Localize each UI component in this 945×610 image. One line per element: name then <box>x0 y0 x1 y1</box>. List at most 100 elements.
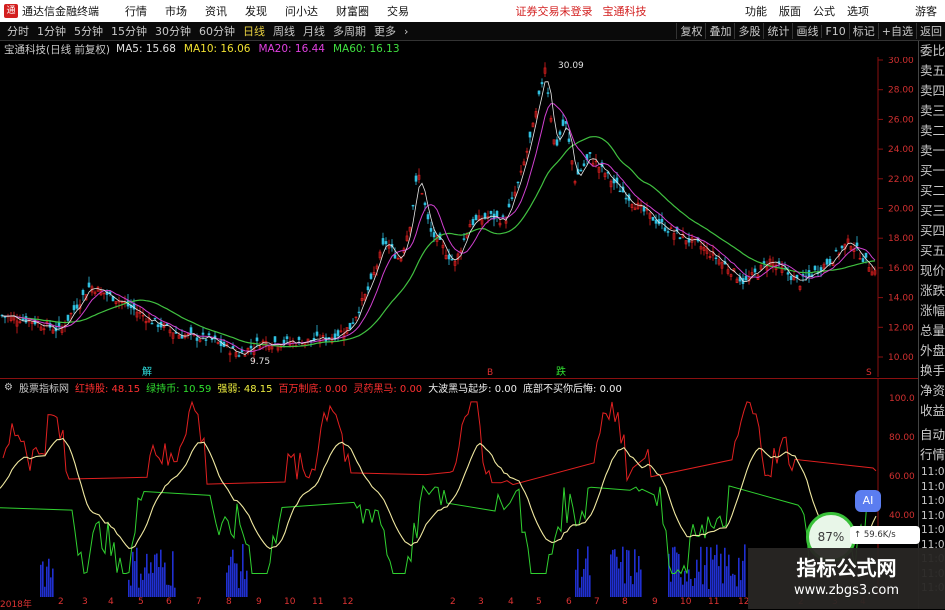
tab-weekly[interactable]: 周线 <box>272 23 296 39</box>
axis-40: 40.00 <box>889 511 915 521</box>
trade-time: 11:01 <box>921 466 945 478</box>
ai-assistant-button[interactable]: AI <box>855 490 881 512</box>
trade-time: 11:02 <box>921 509 945 522</box>
quote-label[interactable]: 行情 <box>919 445 945 465</box>
current-stock-name: 宝通科技 <box>602 5 647 18</box>
menu-market[interactable]: 市场 <box>165 3 187 19</box>
tab-daily[interactable]: 日线 <box>242 23 266 39</box>
app-logo-icon: 通 <box>4 4 18 18</box>
tab-1min[interactable]: 1分钟 <box>36 23 67 39</box>
overlay-button[interactable]: 叠加 <box>705 23 734 39</box>
f10-button[interactable]: F10 <box>821 24 848 38</box>
tab-intraday[interactable]: 分时 <box>6 23 30 39</box>
marker-die: 跌 <box>556 365 566 377</box>
date-tick: 11 <box>708 597 720 607</box>
menu-trade[interactable]: 交易 <box>387 3 409 19</box>
menu-options[interactable]: 选项 <box>847 3 869 19</box>
price-tick: 14.00 <box>888 294 914 304</box>
date-tick: 10 <box>680 597 692 607</box>
auto-label[interactable]: 自动 <box>919 425 945 445</box>
ma60-line <box>1 136 876 348</box>
chart-info-bar: 宝通科技(日线 前复权) MA5: 15.68 MA10: 16.06 MA20… <box>0 41 408 57</box>
restore-rights-button[interactable]: 复权 <box>676 23 705 39</box>
tab-30min[interactable]: 30分钟 <box>154 23 192 39</box>
ma5-value: MA5: 15.68 <box>116 43 176 55</box>
menu-market-quotes[interactable]: 行情 <box>125 3 147 19</box>
ma20-line <box>1 103 876 353</box>
tab-5min[interactable]: 5分钟 <box>73 23 104 39</box>
date-tick: 5 <box>536 597 542 607</box>
menu-news[interactable]: 资讯 <box>205 3 227 19</box>
tab-monthly[interactable]: 月线 <box>302 23 326 39</box>
menu-bar: 通 通达信金融终端 行情 市场 资讯 发现 问小达 财富圈 交易 证券交易未登录… <box>0 0 945 22</box>
menu-ask[interactable]: 问小达 <box>285 3 318 19</box>
price-tick: 12.00 <box>888 323 914 333</box>
oscillator-strength-line <box>0 437 877 550</box>
chevron-right-icon[interactable]: › <box>403 25 409 38</box>
axis-100: 100.0 <box>889 394 915 404</box>
menu-discover[interactable]: 发现 <box>245 3 267 19</box>
high-price-label: 30.09 <box>558 61 584 71</box>
oscillator-red-line <box>2 400 877 486</box>
price-tick: 26.00 <box>888 115 914 125</box>
trade-time: 11:02 <box>921 524 945 536</box>
kline-chart[interactable]: 30.00 28.00 26.00 24.00 22.00 20.00 18.00 16.00… <box>0 57 918 377</box>
tab-multi-period[interactable]: 多周期 <box>332 23 367 39</box>
add-watchlist-button[interactable]: +自选 <box>877 23 916 39</box>
side-label: 买二 <box>919 183 945 198</box>
timeframe-toolbar: 分时 1分钟 5分钟 15分钟 30分钟 60分钟 日线 周线 月线 多周期 更… <box>0 22 945 41</box>
network-speed-label: ↑ 59.6K/s <box>850 526 920 544</box>
multi-stock-button[interactable]: 多股 <box>734 23 763 39</box>
ma5-line <box>1 81 876 355</box>
price-tick: 22.00 <box>888 175 914 185</box>
statistics-button[interactable]: 统计 <box>763 23 792 39</box>
quote-side-panel: 委比 卖五 卖四 卖三 卖二 卖一 买一 买二 买三 买四 买五 现价 涨跌 涨幅 总量 外盘 换手 净资 收益 自… <box>918 41 945 609</box>
mark-button[interactable]: 标记 <box>848 23 878 39</box>
date-tick: 2018年 <box>0 600 32 610</box>
side-label: 卖五 <box>919 63 945 78</box>
login-notice[interactable]: 证券交易未登录 <box>516 3 593 19</box>
menu-wealth[interactable]: 财富圈 <box>336 3 369 19</box>
back-button[interactable]: 返回 <box>916 23 945 39</box>
side-label: 现价 <box>919 263 945 278</box>
date-tick: 4 <box>108 597 114 607</box>
side-label: 总量 <box>919 323 945 338</box>
price-axis: 30.00 28.00 26.00 24.00 22.00 20.00 18.00 16.00… <box>878 57 914 363</box>
date-tick: 7 <box>594 597 600 607</box>
menu-layout[interactable]: 版面 <box>779 3 801 19</box>
date-tick: 5 <box>138 597 144 607</box>
tab-15min[interactable]: 15分钟 <box>110 23 148 39</box>
tab-more[interactable]: 更多 <box>373 23 397 39</box>
side-label: 换手 <box>919 363 945 378</box>
indicator-axis: 100.0 80.00 60.00 40.00 <box>889 394 915 521</box>
chart-title: 宝通科技(日线 前复权) <box>4 43 111 56</box>
side-label: 委比 <box>919 43 945 58</box>
date-tick: 12 <box>342 597 354 607</box>
side-label: 净资 <box>919 383 945 398</box>
date-tick: 6 <box>166 597 172 607</box>
trade-time: 11:02 <box>921 495 945 507</box>
date-tick: 9 <box>652 597 658 607</box>
date-tick: 8 <box>622 597 628 607</box>
draw-line-button[interactable]: 画线 <box>792 23 821 39</box>
volume-bars <box>40 544 746 597</box>
watermark-title: 指标公式网 <box>796 556 897 580</box>
date-tick: 9 <box>256 597 262 607</box>
price-tick: 28.00 <box>888 86 914 96</box>
price-tick: 16.00 <box>888 264 914 274</box>
guest-user[interactable]: 游客 <box>915 3 937 19</box>
date-tick: 3 <box>478 597 484 607</box>
marker-s: S <box>866 368 872 377</box>
date-tick: 6 <box>566 597 572 607</box>
tab-60min[interactable]: 60分钟 <box>198 23 236 39</box>
menu-function[interactable]: 功能 <box>745 3 767 19</box>
date-tick: 2 <box>450 597 456 607</box>
menu-formula[interactable]: 公式 <box>813 3 835 19</box>
price-tick: 10.00 <box>888 353 914 363</box>
date-tick: 4 <box>508 597 514 607</box>
app-title: 通达信金融终端 <box>22 5 99 18</box>
ma60-value: MA60: 16.13 <box>332 43 400 55</box>
side-label: 买五 <box>919 243 945 258</box>
price-tick: 18.00 <box>888 234 914 244</box>
date-tick: 3 <box>82 597 88 607</box>
